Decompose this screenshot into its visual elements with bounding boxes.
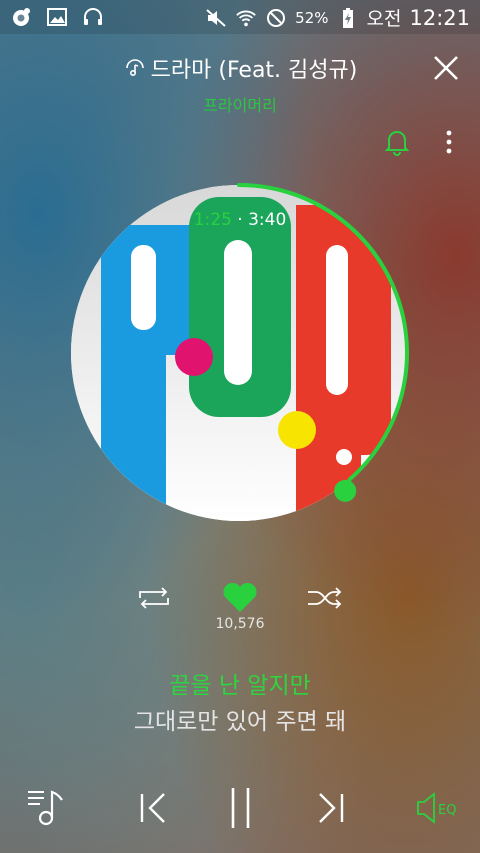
battery-charging-icon [337,7,359,29]
shuffle-button[interactable] [306,586,344,610]
wifi-icon [235,7,257,29]
previous-button[interactable] [138,790,168,826]
like-count: 10,576 [215,616,265,632]
shuffle-icon [308,587,342,609]
heart-icon [223,582,257,612]
album-art-container[interactable] [69,183,409,523]
artist-name[interactable]: 프라이머리 [0,92,480,116]
equalizer-button[interactable]: EQ [414,790,460,826]
mute-icon [205,7,227,29]
battery-percent: 52% [295,8,329,27]
app-notification-icon [10,6,32,28]
lyric-current-line[interactable]: 끝을 난 알지만 [0,666,480,700]
progress-knob[interactable] [334,479,357,502]
notification-button[interactable] [384,128,410,156]
clock-ampm: 오전 [366,8,402,30]
playlist-icon [28,790,63,826]
equalizer-icon: EQ [417,792,456,824]
repeat-button[interactable] [136,586,172,610]
playback-progress-ring[interactable] [69,183,409,523]
next-button[interactable] [316,790,346,826]
more-options-button[interactable] [444,128,454,156]
skip-next-icon [319,793,344,823]
close-icon [434,56,458,80]
track-title-row: 드라마 (Feat. 김성규) [0,52,480,84]
close-button[interactable] [432,54,460,82]
bell-icon [384,131,410,156]
elapsed-time: 1:25 [193,210,232,230]
more-vertical-icon [446,130,452,154]
time-separator: · [237,210,243,230]
lyric-next-line[interactable]: 그대로만 있어 주면 돼 [0,702,480,736]
like-button[interactable] [221,582,259,614]
clock-time: 12:21 [409,5,470,30]
eq-label: EQ [438,803,456,818]
track-title: 드라마 (Feat. 김성규) [150,58,358,83]
status-bar: 52% 오전 12:21 [0,0,480,34]
gallery-icon [46,6,68,28]
headphones-icon [82,6,104,28]
time-readout: 1:25 · 3:40 [0,210,480,230]
playlist-button[interactable] [26,786,68,828]
total-duration: 3:40 [248,210,287,230]
music-note-icon [123,56,147,80]
pause-icon [231,788,250,828]
repeat-icon [139,587,169,609]
pause-button[interactable] [228,786,254,830]
do-not-disturb-icon [265,7,287,29]
skip-previous-icon [140,793,165,823]
